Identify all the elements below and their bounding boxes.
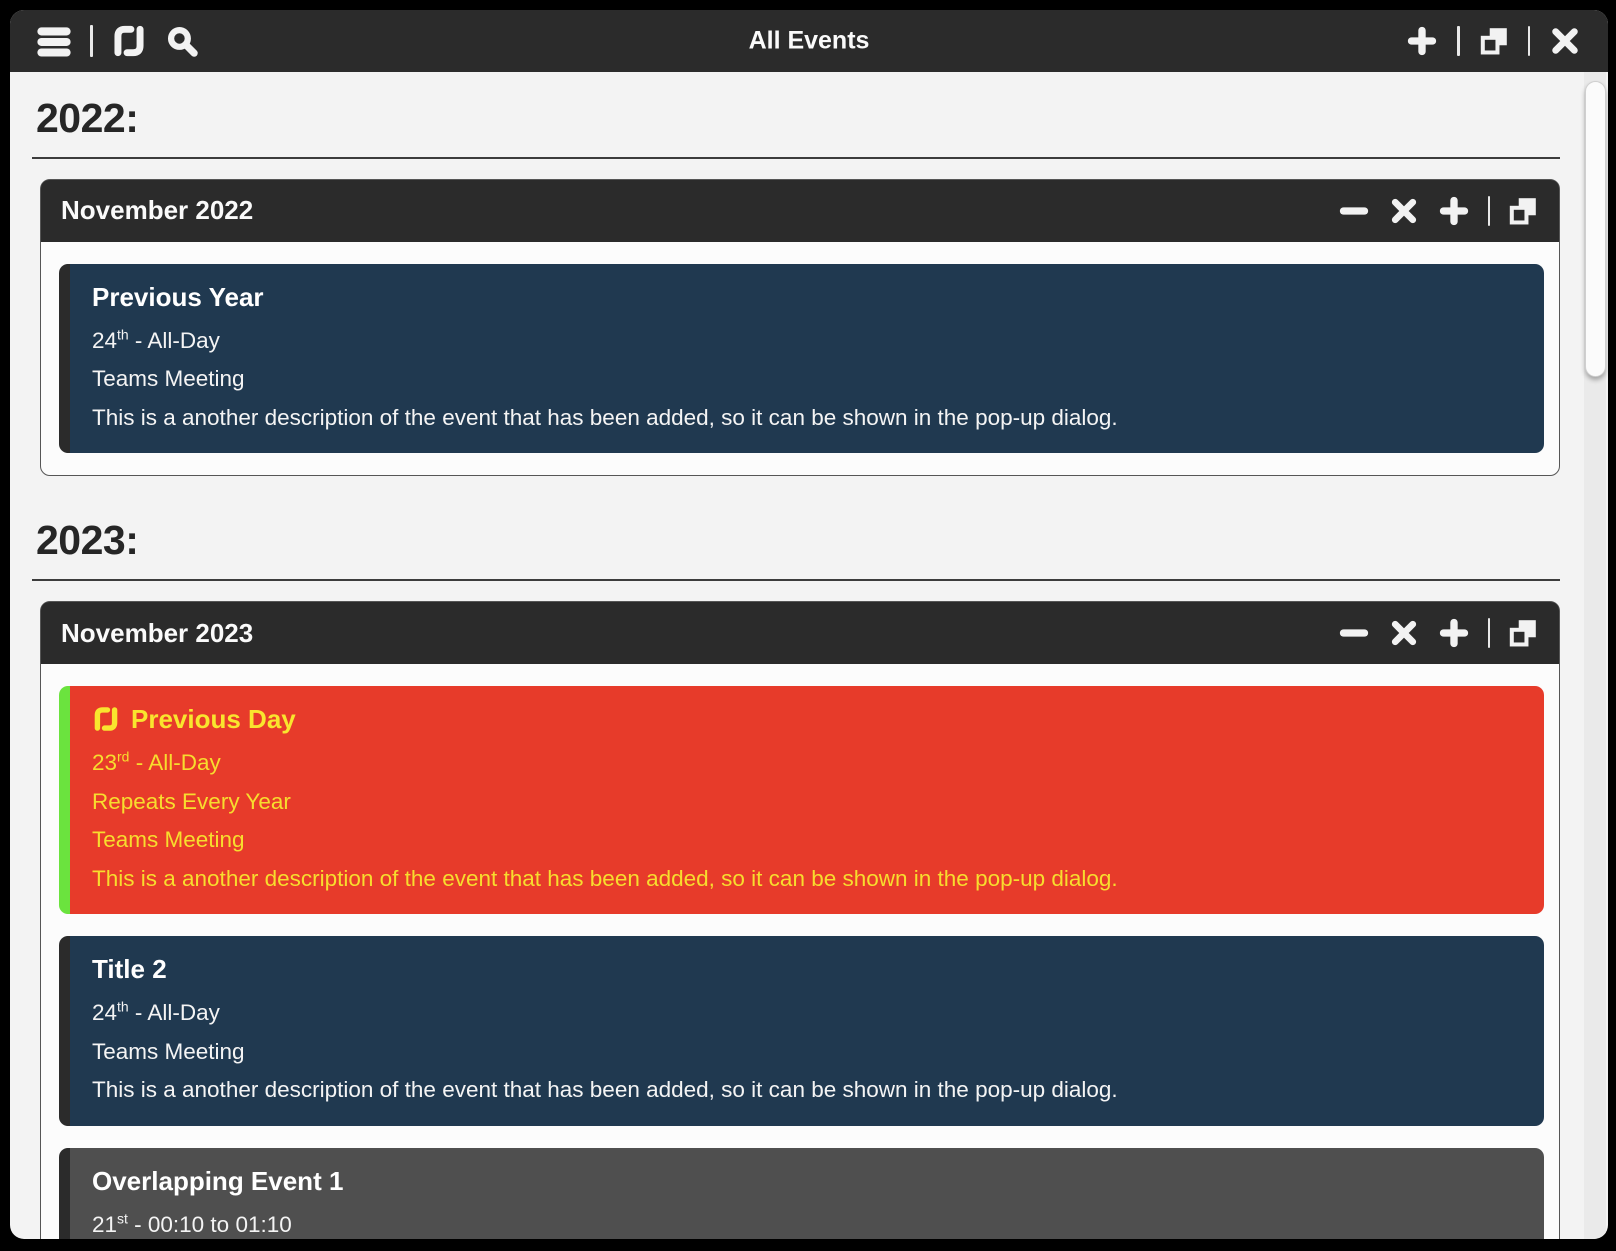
search-button[interactable] <box>165 24 199 58</box>
event-description: This is a another description of the eve… <box>92 399 1524 438</box>
scrollbar-track[interactable] <box>1584 72 1606 1239</box>
event-card-previous-year[interactable]: Previous Year 24th - All-Day Teams Meeti… <box>59 264 1544 454</box>
section-divider <box>32 157 1560 159</box>
year-heading: 2023: <box>36 518 1560 564</box>
minimize-button[interactable] <box>1337 194 1371 228</box>
event-title: Title 2 <box>92 949 1524 989</box>
month-panel-november-2022: November 2022 <box>40 179 1560 477</box>
event-card-title-2[interactable]: Title 2 24th - All-Day Teams Meeting Thi… <box>59 936 1544 1126</box>
menu-button[interactable] <box>36 23 72 59</box>
titlebar-left-group <box>36 23 199 59</box>
panel-body: Previous Year 24th - All-Day Teams Meeti… <box>41 242 1559 476</box>
add-event-button[interactable] <box>1437 616 1471 650</box>
titlebar-separator <box>1528 26 1531 56</box>
panel-controls <box>1337 194 1540 228</box>
event-location: Teams Meeting <box>92 1033 1524 1072</box>
restore-icon <box>1507 617 1539 649</box>
titlebar: All Events <box>10 10 1608 72</box>
minimize-icon <box>1337 194 1371 228</box>
section-divider <box>32 579 1560 581</box>
repeat-event-icon <box>92 705 120 733</box>
event-date: 24th - All-Day <box>92 994 1524 1033</box>
panel-body: Previous Day 23rd - All-Day Repeats Ever… <box>41 664 1559 1239</box>
panel-header: November 2022 <box>41 180 1559 242</box>
event-title: Previous Year <box>92 277 1524 317</box>
event-title: Previous Day <box>92 699 1524 739</box>
year-section-2023: 2023: November 2023 <box>32 518 1560 1239</box>
event-date: 23rd - All-Day <box>92 744 1524 783</box>
add-icon <box>1437 194 1471 228</box>
titlebar-right-group <box>1405 24 1582 58</box>
search-icon <box>165 24 199 58</box>
add-icon <box>1437 616 1471 650</box>
app-logo-button[interactable] <box>111 23 147 59</box>
event-date: 24th - All-Day <box>92 322 1524 361</box>
app-window: All Events <box>10 10 1608 1239</box>
restore-icon <box>1507 195 1539 227</box>
event-location: Teams Meeting <box>92 821 1524 860</box>
panel-controls <box>1337 616 1540 650</box>
window-title: All Events <box>749 27 870 56</box>
restore-panel-button[interactable] <box>1507 617 1539 649</box>
panel-controls-separator <box>1488 196 1491 226</box>
month-panel-november-2023: November 2023 <box>40 601 1560 1239</box>
close-icon <box>1388 195 1420 227</box>
event-location: Teams Meeting <box>92 360 1524 399</box>
add-event-button[interactable] <box>1437 194 1471 228</box>
panel-header: November 2023 <box>41 602 1559 664</box>
titlebar-separator <box>90 25 93 57</box>
restore-button[interactable] <box>1478 25 1510 57</box>
close-icon <box>1548 24 1582 58</box>
panel-title: November 2023 <box>61 618 253 649</box>
scrollbar-thumb[interactable] <box>1585 81 1606 377</box>
close-icon <box>1388 617 1420 649</box>
events-scroll-area: 2022: November 2022 <box>10 72 1608 1239</box>
year-heading: 2022: <box>36 96 1560 142</box>
panel-title: November 2022 <box>61 195 253 226</box>
close-panel-button[interactable] <box>1388 195 1420 227</box>
add-icon <box>1405 24 1439 58</box>
restore-panel-button[interactable] <box>1507 195 1539 227</box>
event-card-previous-day[interactable]: Previous Day 23rd - All-Day Repeats Ever… <box>59 686 1544 914</box>
close-button[interactable] <box>1548 24 1582 58</box>
event-recurrence: Repeats Every Year <box>92 783 1524 822</box>
event-title: Overlapping Event 1 <box>92 1161 1524 1201</box>
event-description: This is a another description of the eve… <box>92 860 1524 899</box>
close-panel-button[interactable] <box>1388 617 1420 649</box>
event-card-overlapping-event-1[interactable]: Overlapping Event 1 21st - 00:10 to 01:1… <box>59 1148 1544 1239</box>
titlebar-separator <box>1457 26 1460 56</box>
year-section-2022: 2022: November 2022 <box>32 96 1560 476</box>
event-description: This is a another description of the eve… <box>92 1071 1524 1110</box>
event-date: 21st - 00:10 to 01:10 <box>92 1206 1524 1239</box>
app-logo-icon <box>111 23 147 59</box>
minimize-button[interactable] <box>1337 616 1371 650</box>
restore-icon <box>1478 25 1510 57</box>
menu-icon <box>36 23 72 59</box>
minimize-icon <box>1337 616 1371 650</box>
add-button[interactable] <box>1405 24 1439 58</box>
panel-controls-separator <box>1488 618 1491 648</box>
